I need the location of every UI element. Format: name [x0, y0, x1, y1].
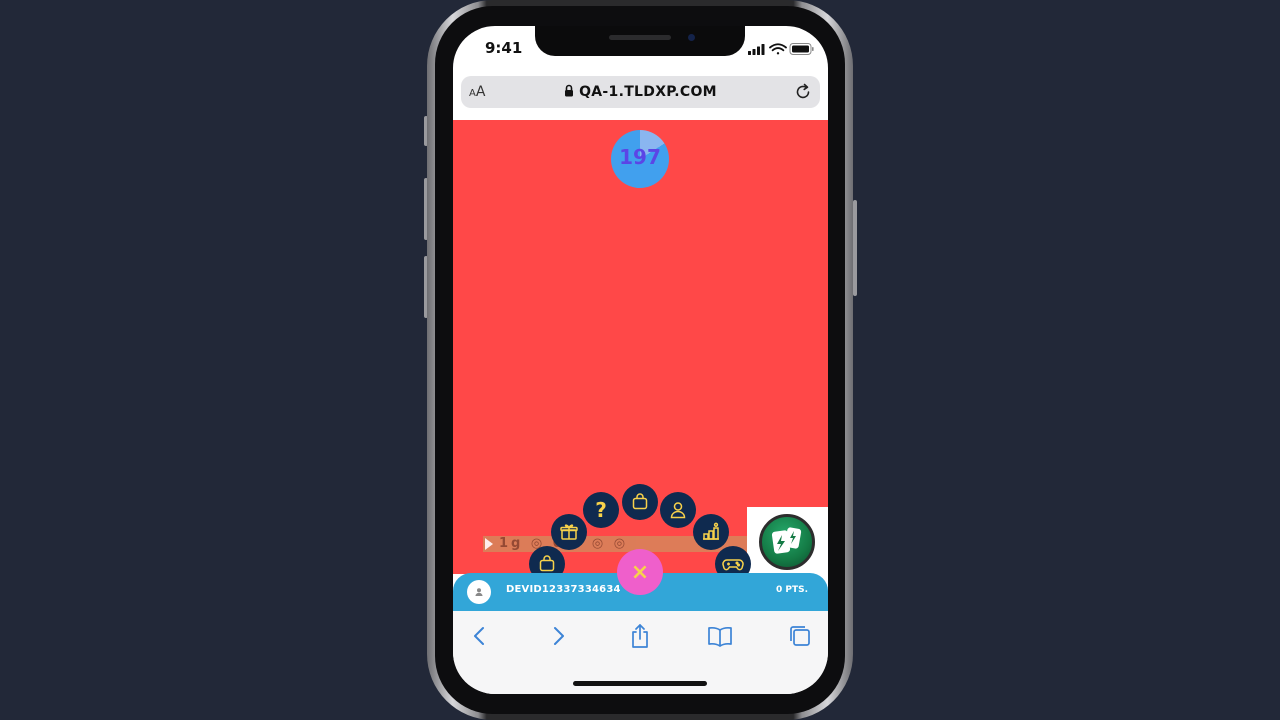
- play-icon: [485, 538, 493, 550]
- user-icon: [475, 588, 483, 596]
- bookmarks-button[interactable]: [705, 623, 735, 649]
- gift-button[interactable]: [551, 514, 587, 550]
- chevron-right-icon: [554, 627, 564, 645]
- status-bar: 9:41: [453, 26, 828, 70]
- leaderboard-icon: [703, 522, 719, 540]
- browser-toolbar: [453, 611, 828, 694]
- url-text: QA-1.TLDXP.COM: [579, 84, 717, 100]
- close-menu-button[interactable]: ×: [617, 549, 663, 595]
- leaderboard-button[interactable]: [693, 514, 729, 550]
- sponsor-panel[interactable]: [747, 507, 828, 577]
- wifi-icon: [769, 43, 787, 55]
- gamepad-icon: [722, 559, 744, 571]
- timer-value: 197: [619, 145, 661, 169]
- notch: [535, 26, 745, 56]
- front-camera: [688, 34, 695, 41]
- phone-screen: 9:41 AA QA-1.TLDXP.COM 197 1g ◎ ◎ ◎ ? DE…: [453, 26, 828, 694]
- url-display[interactable]: QA-1.TLDXP.COM: [461, 84, 820, 100]
- book-icon: [708, 626, 732, 647]
- avatar[interactable]: [467, 580, 491, 604]
- user-icon: [670, 502, 686, 519]
- share-button[interactable]: [625, 623, 655, 649]
- power-button: [853, 200, 857, 296]
- status-icons: [748, 41, 814, 55]
- reload-icon[interactable]: [793, 82, 813, 102]
- shopping-bag-icon: [632, 493, 648, 510]
- back-button[interactable]: [464, 623, 494, 649]
- cellular-signal-icon: [748, 44, 765, 55]
- help-button[interactable]: ?: [583, 492, 619, 528]
- address-bar[interactable]: AA QA-1.TLDXP.COM: [461, 76, 820, 108]
- share-icon: [632, 624, 648, 648]
- tabs-icon: [790, 626, 810, 646]
- chevron-left-icon: [474, 627, 484, 645]
- player-name: DEVID12337334634: [506, 584, 621, 595]
- gift-icon: [560, 524, 578, 540]
- lock-icon: [565, 84, 574, 97]
- player-points: 0 PTS.: [775, 585, 808, 595]
- speaker-grille: [609, 35, 671, 40]
- countdown-timer: 197: [611, 130, 669, 188]
- tabs-button[interactable]: [785, 623, 815, 649]
- shopping-bag-icon: [539, 555, 555, 572]
- store-button[interactable]: [622, 484, 658, 520]
- status-time: 9:41: [485, 39, 523, 57]
- profile-button[interactable]: [660, 492, 696, 528]
- battery-icon: [789, 43, 814, 55]
- forward-button[interactable]: [544, 623, 574, 649]
- sponsor-logo[interactable]: [759, 514, 815, 570]
- home-indicator[interactable]: [573, 681, 707, 686]
- close-icon: ×: [630, 559, 650, 585]
- help-icon: ?: [595, 498, 607, 522]
